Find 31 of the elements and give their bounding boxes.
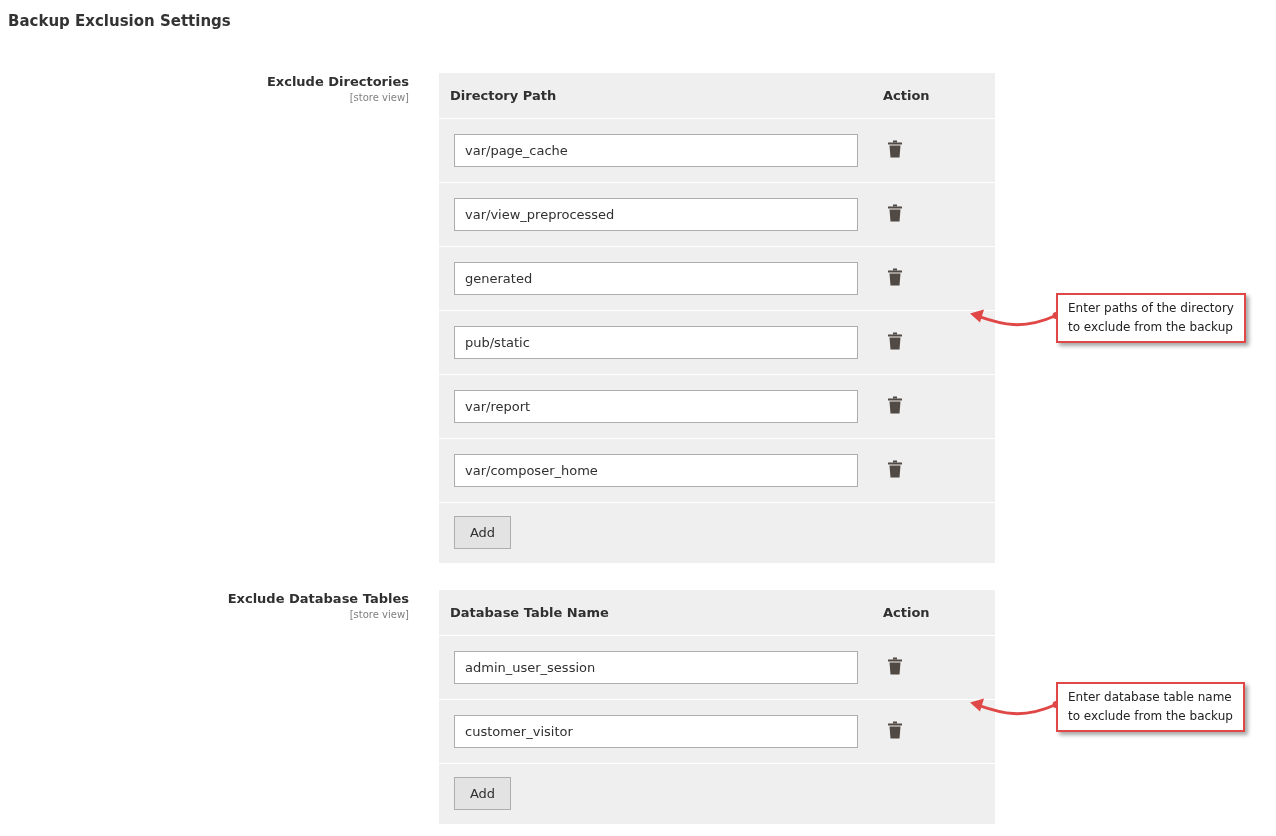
add-button[interactable]: Add (454, 777, 511, 810)
input-field[interactable]: pub/static (454, 326, 858, 359)
input-field[interactable]: var/composer_home (454, 454, 858, 487)
input-field[interactable]: admin_user_session (454, 651, 858, 684)
input-field[interactable]: customer_visitor (454, 715, 858, 748)
trash-icon[interactable] (888, 459, 902, 478)
field-label: Exclude Database Tables (227, 590, 409, 608)
trash-icon[interactable] (888, 331, 902, 350)
column-header: Action (882, 604, 931, 622)
callout-text: Enter paths of the directory (1068, 300, 1234, 317)
add-button[interactable]: Add (454, 516, 511, 549)
callout-text: to exclude from the backup (1068, 319, 1234, 336)
column-header: Directory Path (449, 87, 558, 105)
column-header: Database Table Name (449, 604, 610, 622)
input-field[interactable]: var/report (454, 390, 858, 423)
input-field[interactable]: var/page_cache (454, 134, 858, 167)
trash-icon[interactable] (888, 720, 902, 739)
trash-icon[interactable] (888, 139, 902, 158)
callout-text: Enter database table name (1068, 689, 1233, 706)
trash-icon[interactable] (888, 203, 902, 222)
field-label: Exclude Directories (266, 73, 409, 91)
input-field[interactable]: generated (454, 262, 858, 295)
scope-label: [store view] (349, 91, 409, 104)
trash-icon[interactable] (888, 267, 902, 286)
page-title: Backup Exclusion Settings (8, 11, 232, 32)
trash-icon[interactable] (888, 656, 902, 675)
trash-icon[interactable] (888, 395, 902, 414)
scope-label: [store view] (349, 608, 409, 621)
callout-text: to exclude from the backup (1068, 708, 1233, 725)
column-header: Action (882, 87, 931, 105)
input-field[interactable]: var/view_preprocessed (454, 198, 858, 231)
